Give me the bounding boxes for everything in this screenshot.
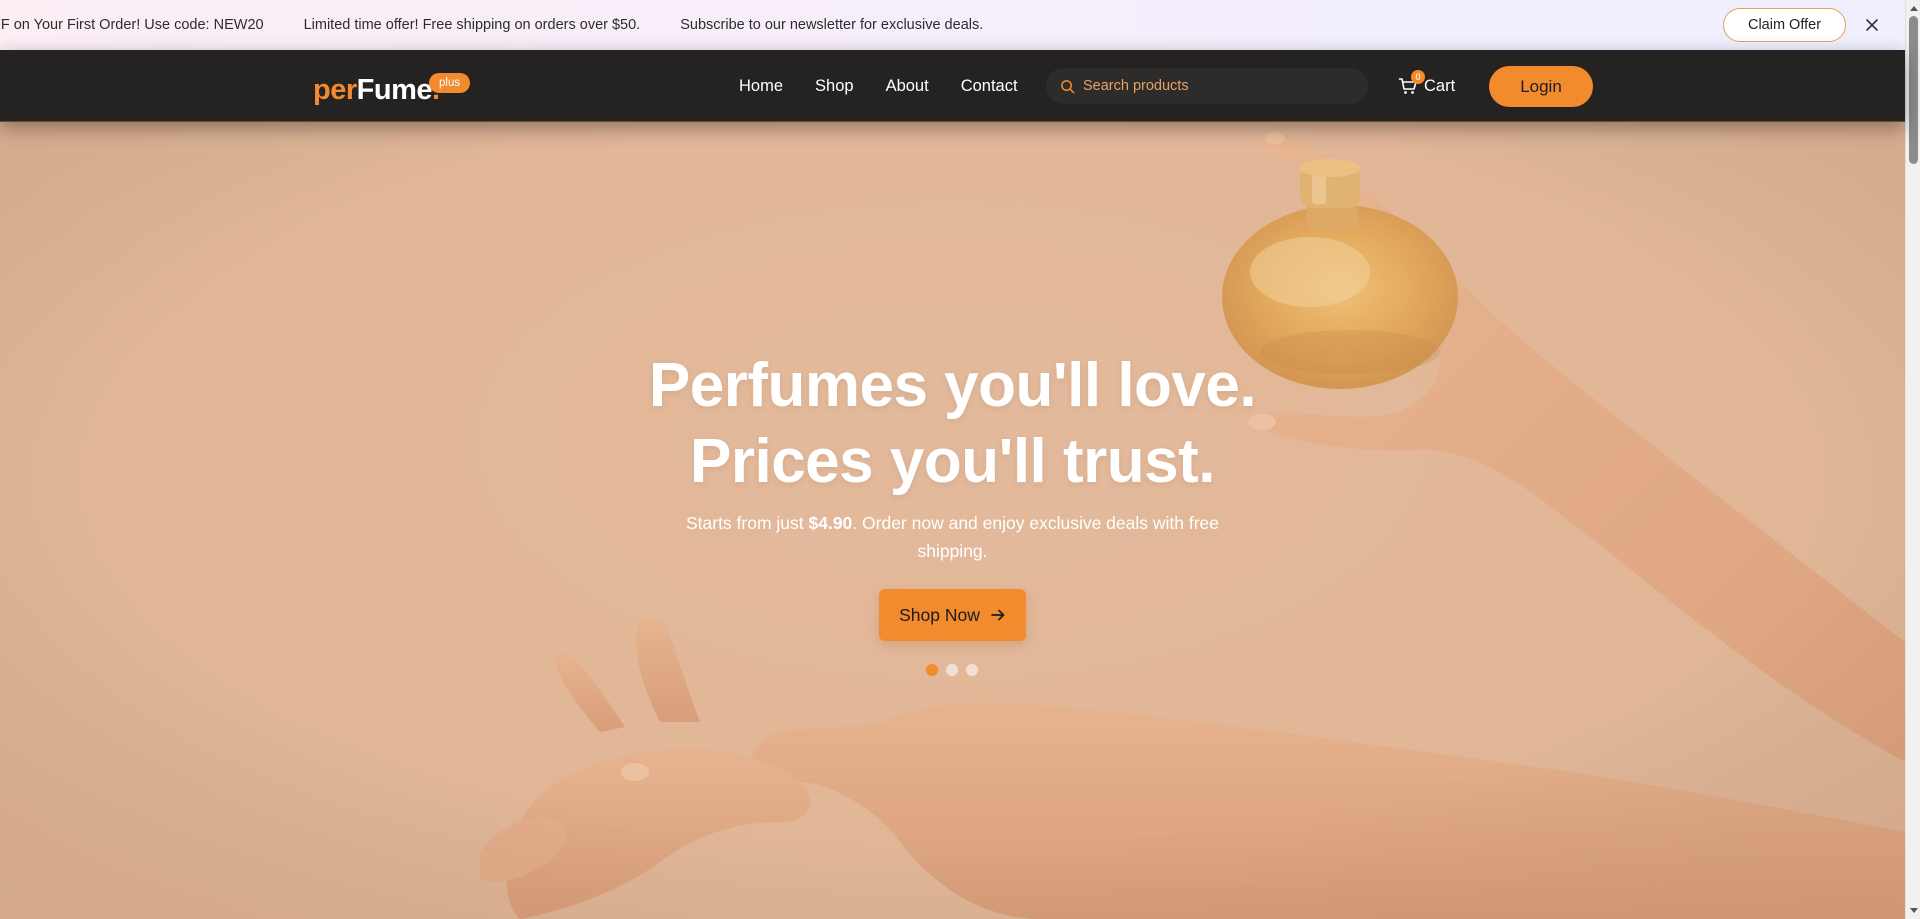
announcement-marquee: FF on Your First Order! Use code: NEW20 …	[0, 0, 983, 50]
carousel-dots	[926, 664, 978, 676]
login-button[interactable]: Login	[1489, 66, 1593, 107]
hero-title-line2: Prices you'll trust.	[689, 427, 1216, 496]
shop-now-label: Shop Now	[899, 604, 980, 625]
announcement-message: Subscribe to our newsletter for exclusiv…	[680, 17, 984, 33]
search-bar	[1046, 68, 1368, 104]
nav-links: Home Shop About Contact	[739, 50, 1050, 122]
hero-subtitle-prefix: Starts from just	[685, 513, 809, 533]
search-input[interactable]	[1083, 78, 1343, 94]
carousel-dot-3[interactable]	[966, 664, 978, 676]
announcement-bar: FF on Your First Order! Use code: NEW20 …	[0, 0, 1905, 50]
hero-subtitle-suffix: . Order now and enjoy exclusive deals wi…	[852, 513, 1220, 561]
cart-count-badge: 0	[1411, 70, 1425, 84]
hero-title-line1: Perfumes you'll love.	[648, 351, 1257, 420]
close-icon	[1866, 19, 1878, 31]
hero-subtitle: Starts from just $4.90. Order now and en…	[670, 509, 1235, 565]
logo-text-per: per	[313, 74, 357, 106]
search-icon	[1061, 79, 1075, 93]
announcement-message: FF on Your First Order! Use code: NEW20	[0, 17, 264, 33]
logo-text-fume: Fume	[356, 74, 433, 106]
logo-plus-badge: plus	[429, 73, 471, 93]
nav-shop[interactable]: Shop	[815, 77, 854, 96]
claim-offer-button[interactable]: Claim Offer	[1723, 8, 1846, 42]
arrow-right-icon	[991, 609, 1005, 621]
cart-label: Cart	[1424, 76, 1456, 95]
chevron-down-icon	[1909, 908, 1918, 913]
site-logo[interactable]: perFume. plus	[313, 70, 471, 110]
scroll-up-arrow[interactable]	[1906, 1, 1920, 15]
scroll-thumb[interactable]	[1909, 16, 1918, 164]
main-navbar: perFume. plus Home Shop About Contact 0 …	[0, 50, 1905, 122]
close-announcement-button[interactable]	[1860, 13, 1884, 37]
cart-link[interactable]: 0 Cart	[1398, 70, 1456, 100]
scroll-down-arrow[interactable]	[1906, 904, 1920, 918]
shop-now-button[interactable]: Shop Now	[879, 589, 1026, 641]
carousel-dot-1[interactable]	[926, 664, 938, 676]
page-scrollbar[interactable]	[1905, 0, 1920, 919]
nav-home[interactable]: Home	[739, 77, 783, 96]
hero-price: $4.90	[808, 513, 853, 533]
cart-icon-wrapper: 0	[1398, 70, 1425, 96]
hero-section: Perfumes you'll love. Prices you'll trus…	[0, 122, 1905, 919]
chevron-up-icon	[1909, 6, 1918, 11]
nav-about[interactable]: About	[886, 77, 929, 96]
announcement-message: Limited time offer! Free shipping on ord…	[303, 17, 641, 33]
nav-contact[interactable]: Contact	[961, 77, 1018, 96]
carousel-dot-2[interactable]	[946, 664, 958, 676]
